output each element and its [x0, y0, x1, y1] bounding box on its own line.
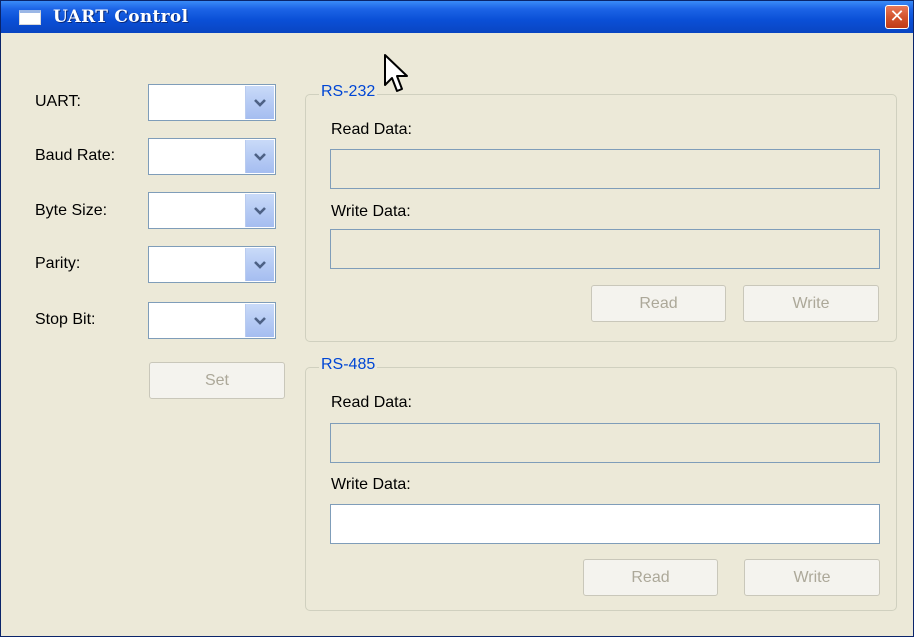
uart-label: UART: — [35, 93, 81, 110]
baud-rate-label: Baud Rate: — [35, 147, 116, 164]
parity-label: Parity: — [35, 255, 81, 272]
byte-size-label: Byte Size: — [35, 202, 108, 219]
chevron-down-icon[interactable] — [245, 194, 274, 227]
close-button[interactable]: ✕ — [885, 5, 909, 29]
rs485-write-button[interactable]: Write — [744, 559, 880, 596]
uart-control-window: UART Control ✕ UART: Baud Rate: Byte Siz… — [0, 0, 914, 637]
window-icon — [19, 10, 41, 25]
rs232-group-title: RS-232 — [319, 83, 378, 101]
window-title: UART Control — [53, 7, 189, 27]
rs232-read-data-label: Read Data: — [331, 121, 412, 138]
uart-select[interactable] — [148, 84, 276, 121]
rs485-group-title: RS-485 — [319, 356, 378, 374]
chevron-down-icon[interactable] — [245, 86, 274, 119]
rs232-read-data-field — [330, 149, 880, 189]
stop-bit-label: Stop Bit: — [35, 311, 96, 328]
byte-size-select[interactable] — [148, 192, 276, 229]
close-icon: ✕ — [889, 6, 905, 27]
rs485-read-data-label: Read Data: — [331, 394, 412, 411]
set-button[interactable]: Set — [149, 362, 285, 399]
mouse-pointer-icon — [384, 54, 408, 92]
chevron-down-icon[interactable] — [245, 140, 274, 173]
stop-bit-select[interactable] — [148, 302, 276, 339]
rs485-read-data-field — [330, 423, 880, 463]
rs232-write-data-field — [330, 229, 880, 269]
baud-rate-select[interactable] — [148, 138, 276, 175]
parity-select[interactable] — [148, 246, 276, 283]
rs232-write-button[interactable]: Write — [743, 285, 879, 322]
rs485-write-data-label: Write Data: — [331, 476, 411, 493]
rs232-read-button[interactable]: Read — [591, 285, 726, 322]
chevron-down-icon[interactable] — [245, 248, 274, 281]
chevron-down-icon[interactable] — [245, 304, 274, 337]
title-bar[interactable]: UART Control ✕ — [1, 1, 913, 33]
rs232-write-data-label: Write Data: — [331, 203, 411, 220]
rs485-read-button[interactable]: Read — [583, 559, 718, 596]
rs485-write-data-field[interactable] — [330, 504, 880, 544]
